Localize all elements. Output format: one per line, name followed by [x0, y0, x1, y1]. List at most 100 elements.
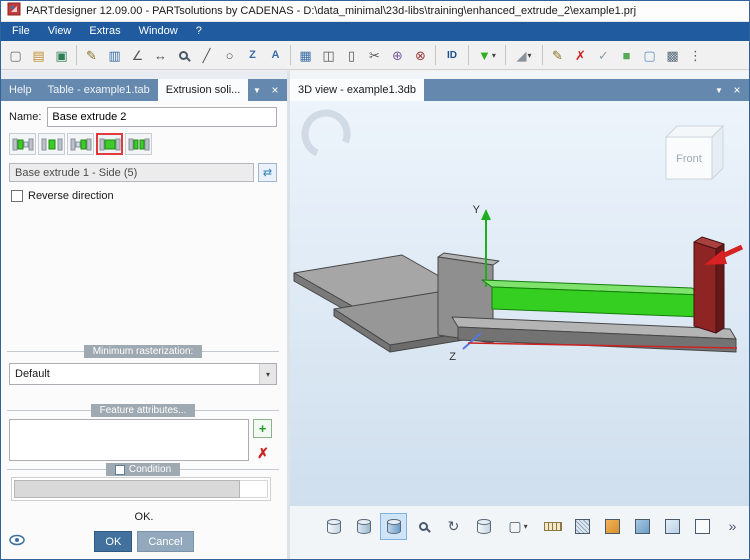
ok-button[interactable]: OK — [94, 531, 132, 552]
menu-file[interactable]: File — [3, 22, 39, 41]
menu-window[interactable]: Window — [130, 22, 187, 41]
add-attribute-button[interactable]: + — [253, 419, 272, 438]
extrude-type-row — [9, 133, 152, 155]
zoom-button[interactable] — [410, 513, 437, 540]
measure-icon: ▢ — [508, 519, 521, 533]
more-tools-button[interactable]: » — [719, 513, 746, 540]
window-title: PARTdesigner 12.09.00 - PARTsolutions by… — [26, 5, 636, 17]
ruler-icon — [544, 522, 562, 531]
name-input[interactable] — [47, 107, 277, 127]
angle-tool-button[interactable]: ∠ — [126, 44, 149, 67]
tab-table[interactable]: Table - example1.tab — [40, 79, 158, 101]
pencil-tool-button[interactable]: ✎ — [80, 44, 103, 67]
table-view-button[interactable]: ▦ — [294, 44, 317, 67]
tab-3d-view[interactable]: 3D view - example1.3db — [290, 79, 424, 101]
line-tool-button[interactable]: ╱ — [195, 44, 218, 67]
extrude-type-right-button[interactable] — [67, 133, 94, 155]
magnifier-icon — [419, 522, 428, 531]
menu-view[interactable]: View — [39, 22, 81, 41]
material-cube-button[interactable] — [599, 513, 626, 540]
cut-tool-button[interactable]: ✂ — [363, 44, 386, 67]
blocks-tool-button[interactable]: ▥ — [103, 44, 126, 67]
toolbar-separator — [290, 45, 291, 65]
mesh-view-button[interactable] — [569, 513, 596, 540]
delete-feature-button[interactable]: ✗ — [569, 44, 592, 67]
solid-view-button[interactable]: ■ — [615, 44, 638, 67]
measure-tools-button[interactable]: ▢▾ — [500, 513, 536, 540]
open-folder-icon: ▤ — [32, 49, 44, 62]
combo-arrow-icon[interactable]: ▾ — [259, 364, 276, 384]
condition-input[interactable] — [14, 480, 240, 498]
visibility-toggle-button[interactable] — [9, 534, 25, 549]
new-document-button[interactable]: ▢ — [4, 44, 27, 67]
thread-dropdown-button[interactable]: ◢▾ — [509, 44, 539, 67]
window-view-button[interactable]: ▯ — [340, 44, 363, 67]
status-hint: OK. — [1, 511, 287, 523]
wireframe-view-button[interactable]: ▢ — [638, 44, 661, 67]
cancel-button[interactable]: Cancel — [137, 531, 193, 552]
y-axis-label: Y — [473, 204, 481, 216]
condition-checkbox[interactable] — [115, 465, 125, 475]
reverse-direction-checkbox[interactable] — [11, 190, 23, 202]
end-plate — [694, 237, 724, 333]
extrude-type-both-button[interactable] — [125, 133, 152, 155]
save-button[interactable]: ▣ — [50, 44, 73, 67]
sort-ascending-button[interactable]: A — [264, 44, 287, 67]
pick-reference-button[interactable]: ⇄ — [258, 163, 277, 182]
raster-combobox[interactable]: Default ▾ — [9, 363, 277, 385]
dimension-tool-button[interactable]: ↔ — [149, 44, 172, 67]
extrusion-form: Name: — [1, 101, 287, 559]
titlebar[interactable]: PARTdesigner 12.09.00 - PARTsolutions by… — [1, 1, 749, 22]
attributes-input[interactable] — [9, 419, 249, 461]
plus-icon: + — [259, 421, 267, 436]
cylinder-wireframe-icon — [327, 519, 341, 534]
rotate-view-button[interactable]: ↻ — [440, 513, 467, 540]
delete-attribute-button[interactable]: ✗ — [254, 444, 272, 462]
color-dropdown-button[interactable]: ▼▾ — [472, 44, 502, 67]
settings-tool-button[interactable]: ⊕ — [386, 44, 409, 67]
grid-view-button[interactable]: ▩ — [661, 44, 684, 67]
spin-view-button[interactable] — [470, 513, 497, 540]
edit-feature-button[interactable]: ✎ — [546, 44, 569, 67]
3d-viewport[interactable]: Front — [290, 101, 749, 506]
circle-tool-button[interactable]: ○ — [218, 44, 241, 67]
tab-extrusion-solid[interactable]: Extrusion soli... — [158, 79, 249, 101]
light-cube-button[interactable] — [659, 513, 686, 540]
open-project-button[interactable]: ▤ — [27, 44, 50, 67]
extrude-type-side-button-selected[interactable] — [96, 133, 123, 155]
menu-extras[interactable]: Extras — [80, 22, 129, 41]
outline-cube-button[interactable] — [689, 513, 716, 540]
id-tool-button[interactable]: ID — [439, 44, 465, 67]
apply-feature-button[interactable]: ✓ — [592, 44, 615, 67]
shaded-cube-button[interactable] — [629, 513, 656, 540]
menu-help[interactable]: ? — [187, 22, 211, 41]
name-label: Name: — [9, 111, 41, 123]
view-wireframe-button[interactable] — [320, 513, 347, 540]
menubar: File View Extras Window ? — [1, 22, 749, 41]
view-shaded-button[interactable] — [350, 513, 377, 540]
close-panel-button[interactable]: × — [267, 82, 283, 98]
attributes-group-header: Feature attributes... — [7, 404, 279, 418]
id-icon: ID — [447, 50, 457, 61]
tab-menu-icon: ▼ — [253, 86, 261, 95]
extrude-side-icon — [99, 137, 121, 152]
split-view-button[interactable]: ◫ — [317, 44, 340, 67]
view-textured-button[interactable] — [380, 513, 407, 540]
toolbar-separator — [542, 45, 543, 65]
overflow-menu-button[interactable]: ⋮ — [684, 44, 707, 67]
z-axis-label: Z — [449, 351, 456, 363]
condition-input-end — [240, 480, 268, 498]
sort-descending-button[interactable]: Z — [241, 44, 264, 67]
ruler-button[interactable] — [539, 513, 566, 540]
view-cube[interactable]: Front — [666, 126, 723, 179]
tab-list-button[interactable]: ▼ — [711, 82, 727, 98]
base-reference-field: Base extrude 1 - Side (5) — [9, 163, 254, 182]
blocks-icon: ▥ — [108, 49, 120, 62]
close-view-button[interactable]: × — [729, 82, 745, 98]
attach-tool-button[interactable]: ⊗ — [409, 44, 432, 67]
extrude-type-left-button[interactable] — [9, 133, 36, 155]
tab-list-button[interactable]: ▼ — [249, 82, 265, 98]
zoom-tool-button[interactable] — [172, 44, 195, 67]
tab-help[interactable]: Help — [1, 79, 40, 101]
extrude-type-center-button[interactable] — [38, 133, 65, 155]
